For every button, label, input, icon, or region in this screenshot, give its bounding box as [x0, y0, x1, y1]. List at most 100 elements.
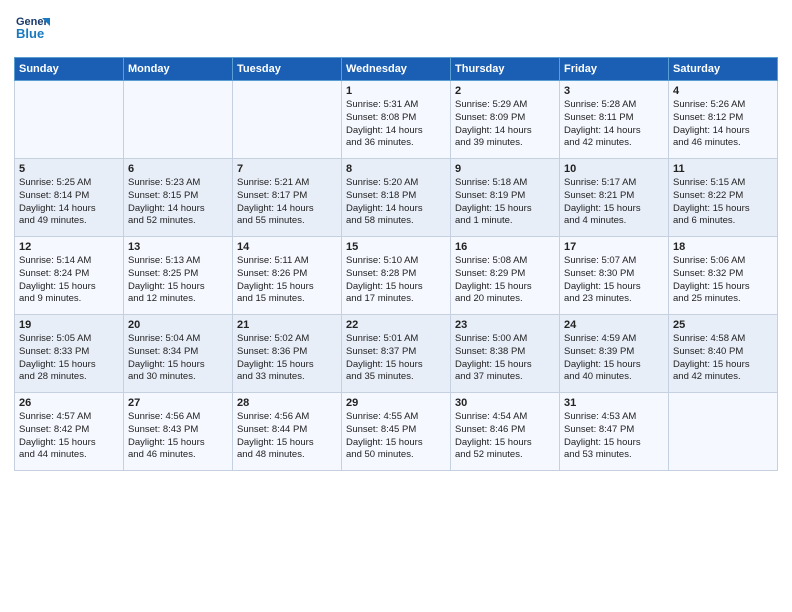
- day-info: Sunrise: 4:56 AM Sunset: 8:44 PM Dayligh…: [237, 411, 337, 462]
- calendar-cell: 23 Sunrise: 5:00 AM Sunset: 8:38 PM Dayli…: [451, 315, 560, 393]
- weekday-header: Tuesday: [233, 58, 342, 81]
- calendar-week-row: 12 Sunrise: 5:14 AM Sunset: 8:24 PM Dayli…: [15, 237, 778, 315]
- day-info: Sunrise: 5:06 AM Sunset: 8:32 PM Dayligh…: [673, 255, 773, 306]
- day-info: Sunrise: 5:23 AM Sunset: 8:15 PM Dayligh…: [128, 177, 228, 228]
- calendar-week-row: 1 Sunrise: 5:31 AM Sunset: 8:08 PM Daylig…: [15, 81, 778, 159]
- weekday-header: Monday: [124, 58, 233, 81]
- day-number: 1: [346, 85, 446, 97]
- day-number: 30: [455, 397, 555, 409]
- day-info: Sunrise: 5:29 AM Sunset: 8:09 PM Dayligh…: [455, 99, 555, 150]
- day-info: Sunrise: 4:56 AM Sunset: 8:43 PM Dayligh…: [128, 411, 228, 462]
- calendar-cell: 5 Sunrise: 5:25 AM Sunset: 8:14 PM Daylig…: [15, 159, 124, 237]
- header: General Blue: [14, 10, 778, 51]
- calendar-cell: 16Sunrise: 5:08 AM Sunset: 8:29 PM Dayli…: [451, 237, 560, 315]
- calendar-week-row: 19Sunrise: 5:05 AM Sunset: 8:33 PM Dayli…: [15, 315, 778, 393]
- main-container: General Blue SundayMondayTuesdayWednesda…: [0, 0, 792, 477]
- header-row: SundayMondayTuesdayWednesdayThursdayFrid…: [15, 58, 778, 81]
- calendar-table: SundayMondayTuesdayWednesdayThursdayFrid…: [14, 57, 778, 471]
- calendar-cell: 26Sunrise: 4:57 AM Sunset: 8:42 PM Dayli…: [15, 393, 124, 471]
- day-info: Sunrise: 5:01 AM Sunset: 8:37 PM Dayligh…: [346, 333, 446, 384]
- calendar-cell: 27 Sunrise: 4:56 AM Sunset: 8:43 PM Dayli…: [124, 393, 233, 471]
- day-info: Sunrise: 5:26 AM Sunset: 8:12 PM Dayligh…: [673, 99, 773, 150]
- day-number: 13: [128, 241, 228, 253]
- day-number: 26: [19, 397, 119, 409]
- calendar-cell: [124, 81, 233, 159]
- day-info: Sunrise: 5:11 AM Sunset: 8:26 PM Dayligh…: [237, 255, 337, 306]
- calendar-cell: 2 Sunrise: 5:29 AM Sunset: 8:09 PM Daylig…: [451, 81, 560, 159]
- day-number: 14: [237, 241, 337, 253]
- day-number: 31: [564, 397, 664, 409]
- calendar-cell: 19Sunrise: 5:05 AM Sunset: 8:33 PM Dayli…: [15, 315, 124, 393]
- day-number: 28: [237, 397, 337, 409]
- day-number: 23: [455, 319, 555, 331]
- calendar-cell: 1 Sunrise: 5:31 AM Sunset: 8:08 PM Daylig…: [342, 81, 451, 159]
- day-info: Sunrise: 4:58 AM Sunset: 8:40 PM Dayligh…: [673, 333, 773, 384]
- weekday-header: Friday: [560, 58, 669, 81]
- day-number: 9: [455, 163, 555, 175]
- weekday-header: Sunday: [15, 58, 124, 81]
- calendar-cell: 30 Sunrise: 4:54 AM Sunset: 8:46 PM Dayli…: [451, 393, 560, 471]
- day-number: 6: [128, 163, 228, 175]
- svg-text:Blue: Blue: [16, 26, 44, 41]
- calendar-cell: 6 Sunrise: 5:23 AM Sunset: 8:15 PM Daylig…: [124, 159, 233, 237]
- calendar-cell: 13 Sunrise: 5:13 AM Sunset: 8:25 PM Dayli…: [124, 237, 233, 315]
- day-number: 8: [346, 163, 446, 175]
- day-info: Sunrise: 5:21 AM Sunset: 8:17 PM Dayligh…: [237, 177, 337, 228]
- day-info: Sunrise: 4:53 AM Sunset: 8:47 PM Dayligh…: [564, 411, 664, 462]
- calendar-cell: 17Sunrise: 5:07 AM Sunset: 8:30 PM Dayli…: [560, 237, 669, 315]
- day-info: Sunrise: 5:05 AM Sunset: 8:33 PM Dayligh…: [19, 333, 119, 384]
- day-info: Sunrise: 5:20 AM Sunset: 8:18 PM Dayligh…: [346, 177, 446, 228]
- calendar-body: 1 Sunrise: 5:31 AM Sunset: 8:08 PM Daylig…: [15, 81, 778, 471]
- day-info: Sunrise: 5:17 AM Sunset: 8:21 PM Dayligh…: [564, 177, 664, 228]
- day-number: 18: [673, 241, 773, 253]
- day-info: Sunrise: 5:25 AM Sunset: 8:14 PM Dayligh…: [19, 177, 119, 228]
- day-number: 10: [564, 163, 664, 175]
- day-info: Sunrise: 5:31 AM Sunset: 8:08 PM Dayligh…: [346, 99, 446, 150]
- day-info: Sunrise: 5:02 AM Sunset: 8:36 PM Dayligh…: [237, 333, 337, 384]
- day-number: 2: [455, 85, 555, 97]
- calendar-cell: 9 Sunrise: 5:18 AM Sunset: 8:19 PM Daylig…: [451, 159, 560, 237]
- day-number: 20: [128, 319, 228, 331]
- day-number: 12: [19, 241, 119, 253]
- day-number: 22: [346, 319, 446, 331]
- calendar-cell: [233, 81, 342, 159]
- calendar-cell: 28 Sunrise: 4:56 AM Sunset: 8:44 PM Dayli…: [233, 393, 342, 471]
- calendar-header: SundayMondayTuesdayWednesdayThursdayFrid…: [15, 58, 778, 81]
- day-info: Sunrise: 5:15 AM Sunset: 8:22 PM Dayligh…: [673, 177, 773, 228]
- day-number: 27: [128, 397, 228, 409]
- weekday-header: Thursday: [451, 58, 560, 81]
- weekday-header: Saturday: [669, 58, 778, 81]
- day-info: Sunrise: 5:18 AM Sunset: 8:19 PM Dayligh…: [455, 177, 555, 228]
- day-number: 15: [346, 241, 446, 253]
- calendar-cell: 12 Sunrise: 5:14 AM Sunset: 8:24 PM Dayli…: [15, 237, 124, 315]
- weekday-header: Wednesday: [342, 58, 451, 81]
- calendar-cell: [15, 81, 124, 159]
- day-number: 11: [673, 163, 773, 175]
- day-number: 5: [19, 163, 119, 175]
- day-number: 7: [237, 163, 337, 175]
- calendar-cell: 14 Sunrise: 5:11 AM Sunset: 8:26 PM Dayli…: [233, 237, 342, 315]
- calendar-cell: 8 Sunrise: 5:20 AM Sunset: 8:18 PM Daylig…: [342, 159, 451, 237]
- logo: General Blue: [14, 10, 50, 51]
- calendar-week-row: 26Sunrise: 4:57 AM Sunset: 8:42 PM Dayli…: [15, 393, 778, 471]
- calendar-cell: [669, 393, 778, 471]
- day-number: 3: [564, 85, 664, 97]
- day-number: 17: [564, 241, 664, 253]
- calendar-cell: 21 Sunrise: 5:02 AM Sunset: 8:36 PM Dayli…: [233, 315, 342, 393]
- day-info: Sunrise: 5:13 AM Sunset: 8:25 PM Dayligh…: [128, 255, 228, 306]
- calendar-cell: 7 Sunrise: 5:21 AM Sunset: 8:17 PM Daylig…: [233, 159, 342, 237]
- day-number: 29: [346, 397, 446, 409]
- calendar-cell: 18 Sunrise: 5:06 AM Sunset: 8:32 PM Dayli…: [669, 237, 778, 315]
- day-number: 4: [673, 85, 773, 97]
- day-info: Sunrise: 4:55 AM Sunset: 8:45 PM Dayligh…: [346, 411, 446, 462]
- day-info: Sunrise: 5:00 AM Sunset: 8:38 PM Dayligh…: [455, 333, 555, 384]
- calendar-cell: 15Sunrise: 5:10 AM Sunset: 8:28 PM Dayli…: [342, 237, 451, 315]
- calendar-cell: 31 Sunrise: 4:53 AM Sunset: 8:47 PM Dayli…: [560, 393, 669, 471]
- calendar-cell: 10 Sunrise: 5:17 AM Sunset: 8:21 PM Dayli…: [560, 159, 669, 237]
- calendar-cell: 3Sunrise: 5:28 AM Sunset: 8:11 PM Daylig…: [560, 81, 669, 159]
- day-info: Sunrise: 5:14 AM Sunset: 8:24 PM Dayligh…: [19, 255, 119, 306]
- day-number: 21: [237, 319, 337, 331]
- day-info: Sunrise: 4:54 AM Sunset: 8:46 PM Dayligh…: [455, 411, 555, 462]
- day-info: Sunrise: 5:04 AM Sunset: 8:34 PM Dayligh…: [128, 333, 228, 384]
- day-number: 24: [564, 319, 664, 331]
